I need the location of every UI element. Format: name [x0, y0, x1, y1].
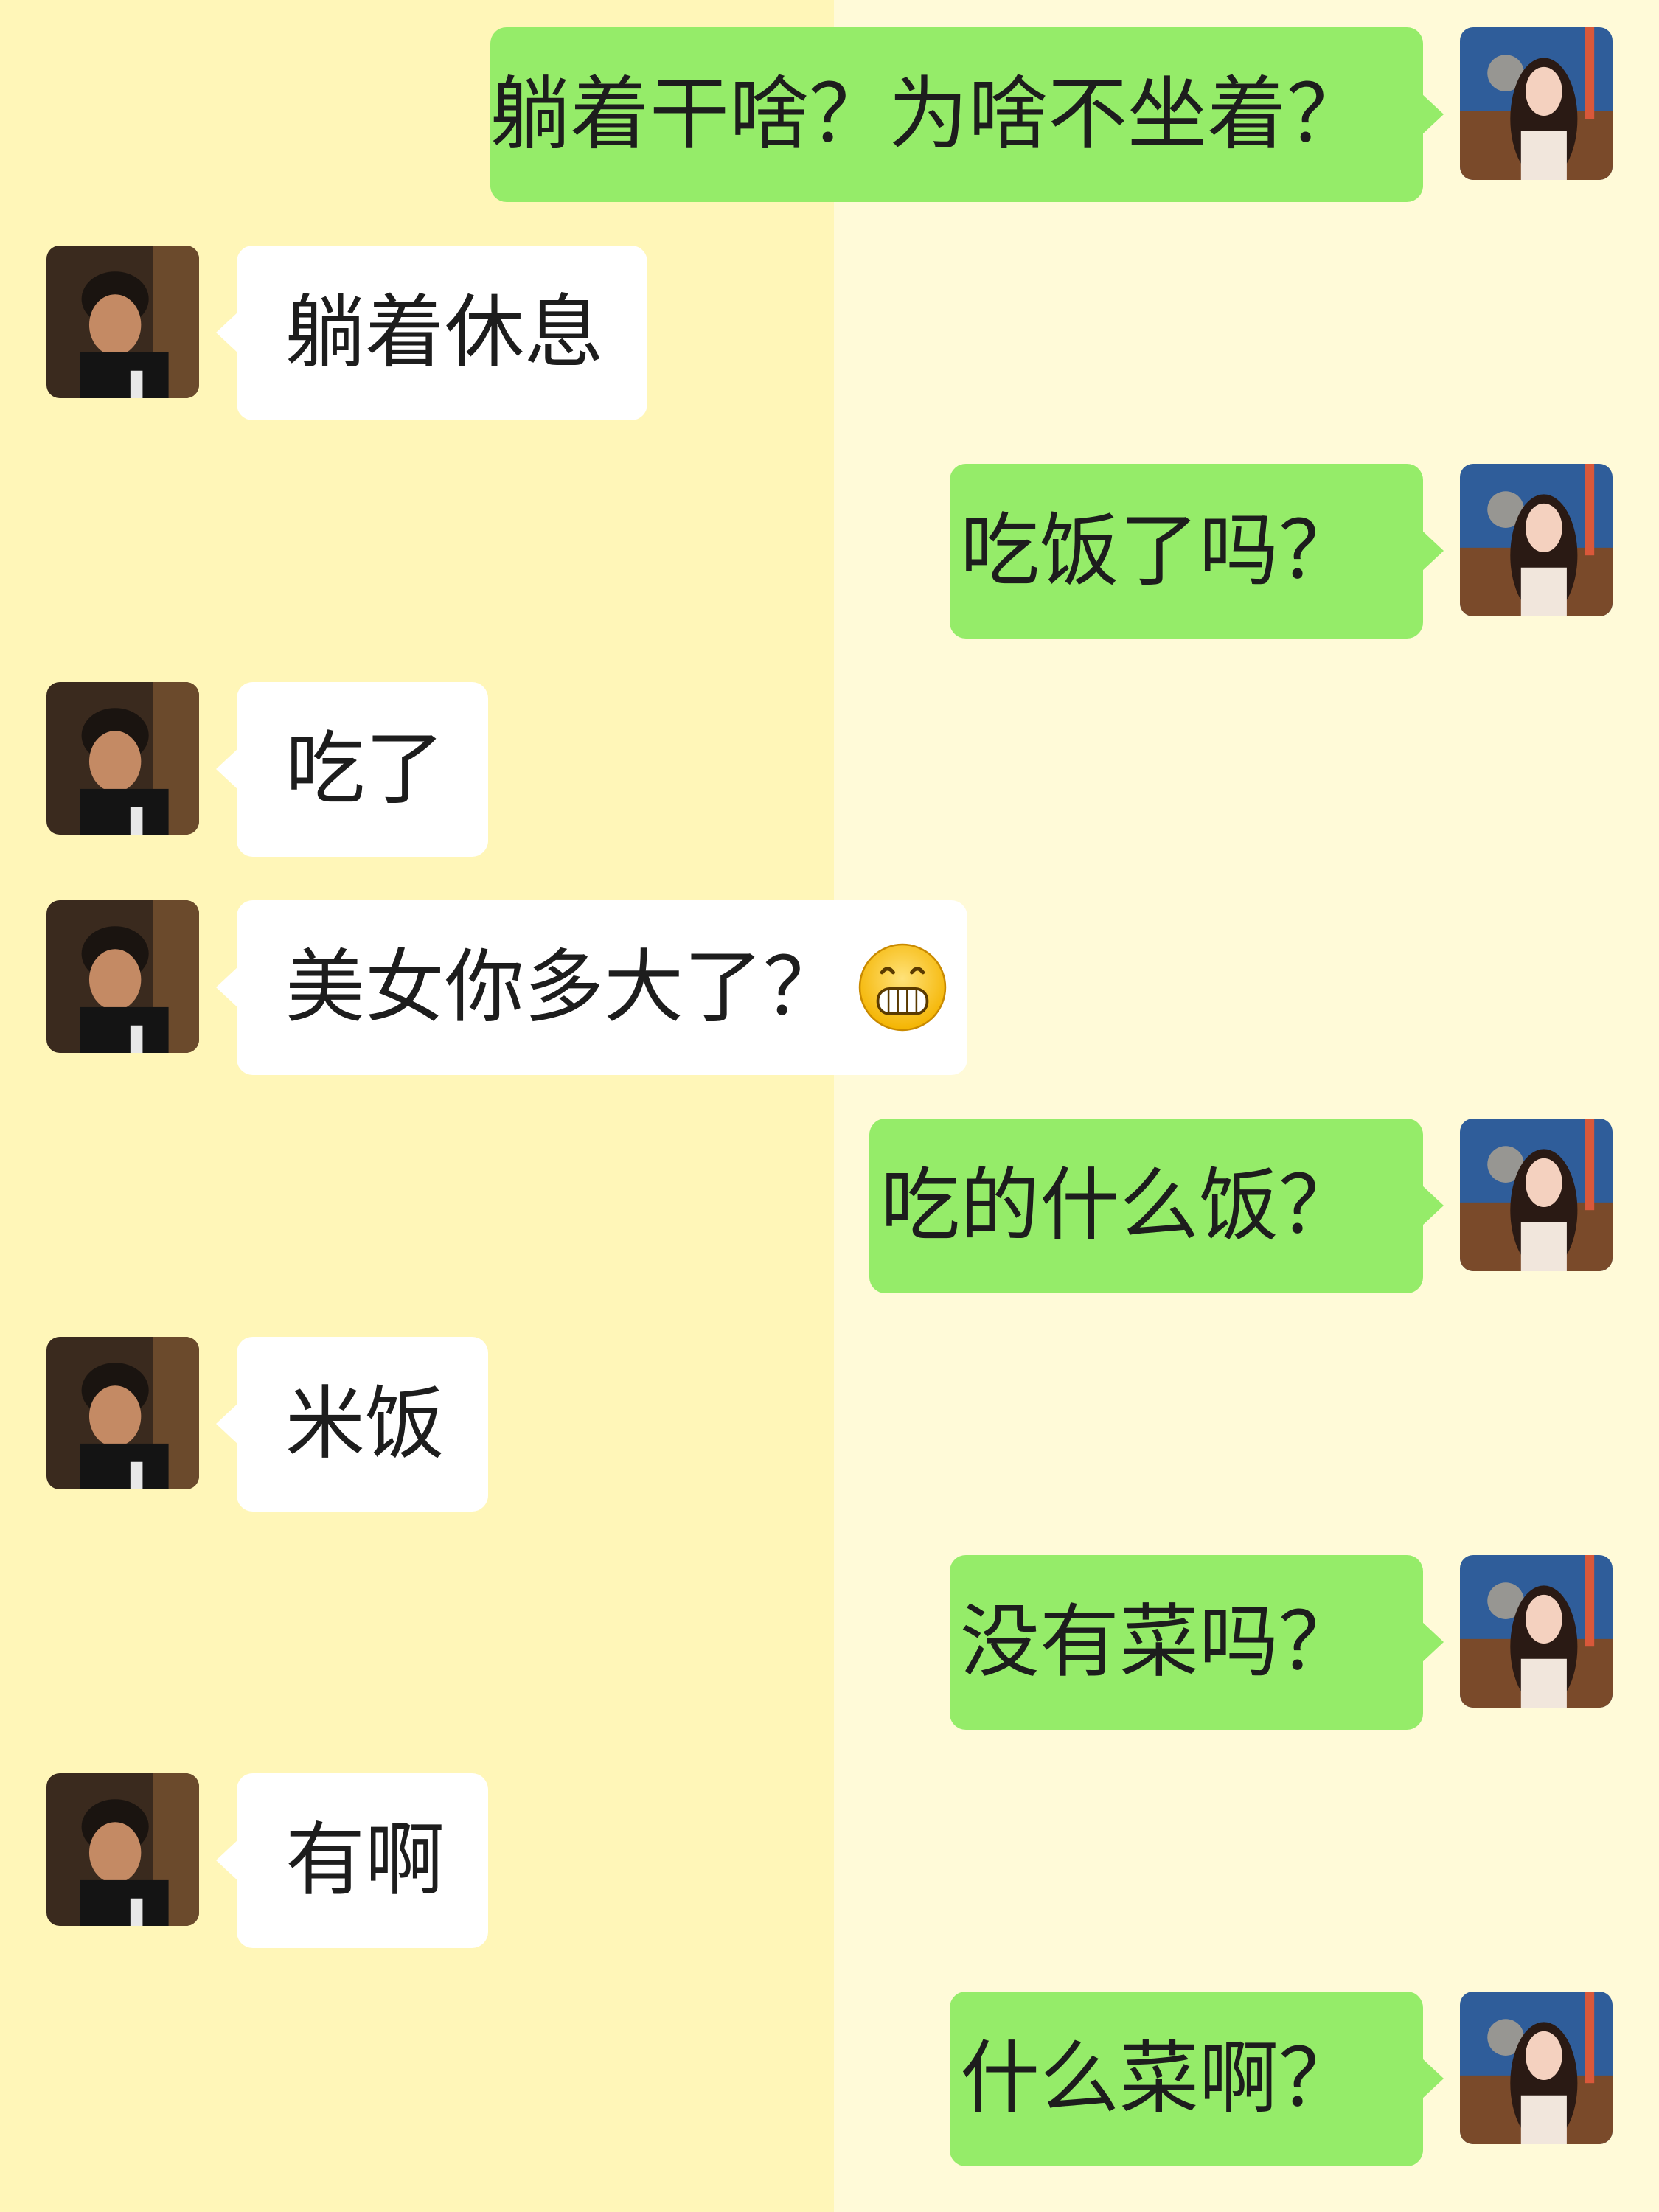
contact-avatar[interactable] [46, 900, 199, 1053]
self-avatar[interactable] [1460, 27, 1613, 180]
man-portrait-icon [46, 900, 199, 1053]
contact-avatar[interactable] [46, 682, 199, 835]
man-portrait-icon [46, 1337, 199, 1489]
self-avatar[interactable] [1460, 464, 1613, 616]
message-text: 吃了 [285, 723, 445, 815]
message-bubble-sent[interactable]: 什么菜啊？ [950, 1992, 1444, 2166]
message-bubble-received[interactable]: 米饭 [216, 1337, 488, 1512]
grinning-face-icon [856, 941, 949, 1034]
woman-portrait-icon [1460, 27, 1613, 180]
message-bubble-received[interactable]: 美女你多大了？ [216, 900, 967, 1075]
self-avatar[interactable] [1460, 1992, 1613, 2144]
message-text: 米饭 [285, 1378, 445, 1470]
message-bubble-received[interactable]: 有啊 [216, 1773, 488, 1948]
message-bubble-sent[interactable]: 吃的什么饭？ [869, 1119, 1444, 1293]
message-text: 吃的什么饭？ [880, 1160, 1358, 1252]
self-avatar[interactable] [1460, 1119, 1613, 1271]
contact-avatar[interactable] [46, 1773, 199, 1926]
chat-background-right [834, 0, 1659, 2212]
woman-portrait-icon [1460, 464, 1613, 616]
message-text: 没有菜吗？ [959, 1596, 1358, 1688]
woman-portrait-icon [1460, 1992, 1613, 2144]
message-text: 有啊 [285, 1815, 445, 1907]
message-text: 吃饭了吗？ [959, 505, 1358, 597]
message-bubble-received[interactable]: 吃了 [216, 682, 488, 857]
message-text: 躺着干啥？为啥不坐着？ [490, 69, 1367, 161]
message-bubble-sent[interactable]: 躺着干啥？为啥不坐着？ [490, 27, 1444, 202]
woman-portrait-icon [1460, 1119, 1613, 1271]
message-text: 躺着休息 [285, 287, 605, 379]
message-bubble-sent[interactable]: 没有菜吗？ [950, 1555, 1444, 1730]
man-portrait-icon [46, 246, 199, 398]
message-text: 什么菜啊？ [959, 2033, 1358, 2125]
man-portrait-icon [46, 1773, 199, 1926]
message-bubble-received[interactable]: 躺着休息 [216, 246, 647, 420]
contact-avatar[interactable] [46, 246, 199, 398]
woman-portrait-icon [1460, 1555, 1613, 1708]
self-avatar[interactable] [1460, 1555, 1613, 1708]
man-portrait-icon [46, 682, 199, 835]
contact-avatar[interactable] [46, 1337, 199, 1489]
message-bubble-sent[interactable]: 吃饭了吗？ [950, 464, 1444, 639]
message-text: 美女你多大了？ [285, 942, 844, 1034]
